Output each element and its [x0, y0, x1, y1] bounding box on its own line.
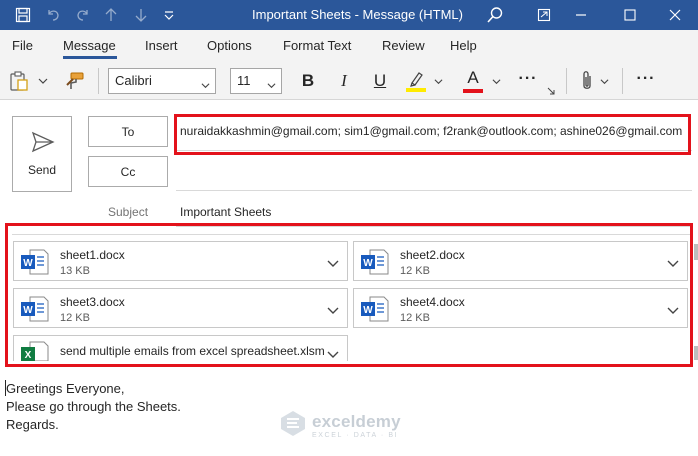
paste-icon[interactable] — [6, 68, 32, 94]
menu-options[interactable]: Options — [207, 38, 252, 53]
send-icon — [31, 131, 55, 158]
chevron-down-icon[interactable] — [327, 346, 339, 364]
to-button[interactable]: To — [88, 116, 168, 147]
more-commands-button[interactable]: ··· — [632, 66, 660, 92]
exceldemy-watermark: exceldemy EXCEL · DATA · BI — [278, 409, 401, 442]
font-color-swatch — [463, 89, 483, 93]
chevron-down-icon — [201, 78, 210, 93]
attachment-name: sheet2.docx — [400, 248, 465, 262]
active-tab-indicator — [63, 56, 117, 59]
attachment-name: send multiple emails from excel spreadsh… — [60, 344, 325, 358]
exceldemy-logo-icon — [278, 409, 308, 442]
body-line: Regards. — [6, 417, 59, 432]
font-name-value: Calibri — [115, 73, 152, 88]
underline-button[interactable]: U — [368, 68, 392, 94]
attachment-size: 12 KB — [60, 312, 90, 324]
restore-icon[interactable] — [522, 0, 566, 30]
attachment-name: sheet3.docx — [60, 295, 125, 309]
ribbon-separator — [622, 68, 623, 94]
save-icon[interactable] — [12, 4, 34, 26]
menu-insert[interactable]: Insert — [145, 38, 178, 53]
svg-text:W: W — [363, 305, 373, 316]
chevron-down-icon[interactable] — [327, 256, 339, 274]
attachment-item[interactable]: W sheet4.docx 12 KB — [353, 288, 688, 328]
attachment-size: 13 KB — [60, 265, 90, 277]
window-title: Important Sheets - Message (HTML) — [252, 7, 463, 22]
svg-text:X: X — [25, 350, 32, 361]
chevron-down-icon[interactable] — [327, 303, 339, 321]
cc-button[interactable]: Cc — [88, 156, 168, 187]
attachments-divider — [12, 234, 690, 235]
send-label: Send — [27, 163, 57, 177]
font-color-letter: A — [467, 68, 479, 87]
font-name-select[interactable]: Calibri — [108, 68, 216, 94]
attachment-item[interactable]: W sheet2.docx 12 KB — [353, 241, 688, 281]
ribbon: Calibri 11 B I U A ··· ··· — [0, 60, 698, 100]
ribbon-separator — [566, 68, 567, 94]
body-line: Greetings Everyone, — [6, 381, 125, 396]
menu-review[interactable]: Review — [382, 38, 425, 53]
svg-text:W: W — [23, 258, 33, 269]
more-formatting-button[interactable]: ··· — [514, 66, 542, 92]
to-highlight-box — [174, 114, 691, 155]
chevron-down-icon[interactable] — [667, 256, 679, 274]
title-bar: Important Sheets - Message (HTML) — [0, 0, 698, 30]
attachment-size: 12 KB — [400, 265, 430, 277]
scrollbar-down-arrow[interactable] — [694, 346, 698, 360]
menu-file[interactable]: File — [12, 38, 33, 53]
word-file-icon: W — [360, 296, 390, 327]
excel-file-icon: X — [20, 341, 50, 366]
attachment-item[interactable]: W sheet1.docx 13 KB — [13, 241, 348, 281]
ribbon-separator — [98, 68, 99, 94]
send-button[interactable]: Send — [12, 116, 72, 192]
search-icon[interactable] — [484, 4, 506, 26]
menu-format-text[interactable]: Format Text — [283, 38, 351, 53]
attachment-item[interactable]: X send multiple emails from excel spread… — [13, 335, 348, 364]
attach-file-icon[interactable] — [576, 68, 598, 94]
redo-icon[interactable] — [72, 4, 94, 26]
watermark-name: exceldemy — [312, 412, 401, 431]
watermark-text: exceldemy EXCEL · DATA · BI — [312, 412, 401, 439]
font-size-select[interactable]: 11 — [230, 68, 282, 94]
menu-help[interactable]: Help — [450, 38, 477, 53]
body-line: Please go through the Sheets. — [6, 399, 181, 414]
attach-chevron-icon[interactable] — [598, 73, 610, 89]
chevron-down-icon[interactable] — [667, 303, 679, 321]
subject-label: Subject — [108, 205, 149, 219]
message-body[interactable]: Greetings Everyone, Please go through th… — [6, 380, 181, 434]
attachment-name: sheet1.docx — [60, 248, 125, 262]
attachment-size: 12 KB — [400, 312, 430, 324]
attachment-item[interactable]: W sheet3.docx 12 KB — [13, 288, 348, 328]
font-color-chevron-icon[interactable] — [490, 73, 502, 89]
highlight-chevron-icon[interactable] — [432, 73, 444, 89]
arrow-down-icon[interactable] — [130, 4, 152, 26]
attachment-name: sheet4.docx — [400, 295, 465, 309]
word-file-icon: W — [360, 249, 390, 280]
word-file-icon: W — [20, 296, 50, 327]
highlight-icon[interactable] — [402, 68, 430, 94]
watermark-tagline: EXCEL · DATA · BI — [312, 432, 399, 439]
font-color-button[interactable]: A — [460, 67, 486, 95]
arrow-up-icon[interactable] — [100, 4, 122, 26]
chevron-down-icon — [267, 78, 276, 93]
maximize-icon[interactable] — [608, 0, 652, 30]
italic-button[interactable]: I — [332, 68, 356, 94]
dialog-launcher-icon[interactable] — [546, 86, 556, 96]
format-painter-icon[interactable] — [62, 68, 88, 94]
bold-button[interactable]: B — [296, 68, 320, 94]
close-icon[interactable] — [652, 0, 698, 30]
font-size-value: 11 — [237, 73, 251, 88]
cc-field-underline — [176, 190, 692, 191]
customize-toolbar-icon[interactable] — [158, 4, 180, 26]
svg-text:W: W — [363, 258, 373, 269]
word-file-icon: W — [20, 249, 50, 280]
subject-field[interactable]: Important Sheets — [180, 205, 271, 219]
paste-options-chevron-icon[interactable] — [36, 73, 50, 89]
svg-text:W: W — [23, 305, 33, 316]
menu-message[interactable]: Message — [63, 38, 116, 53]
scrollbar-up-arrow[interactable] — [694, 244, 698, 260]
undo-icon[interactable] — [42, 4, 64, 26]
